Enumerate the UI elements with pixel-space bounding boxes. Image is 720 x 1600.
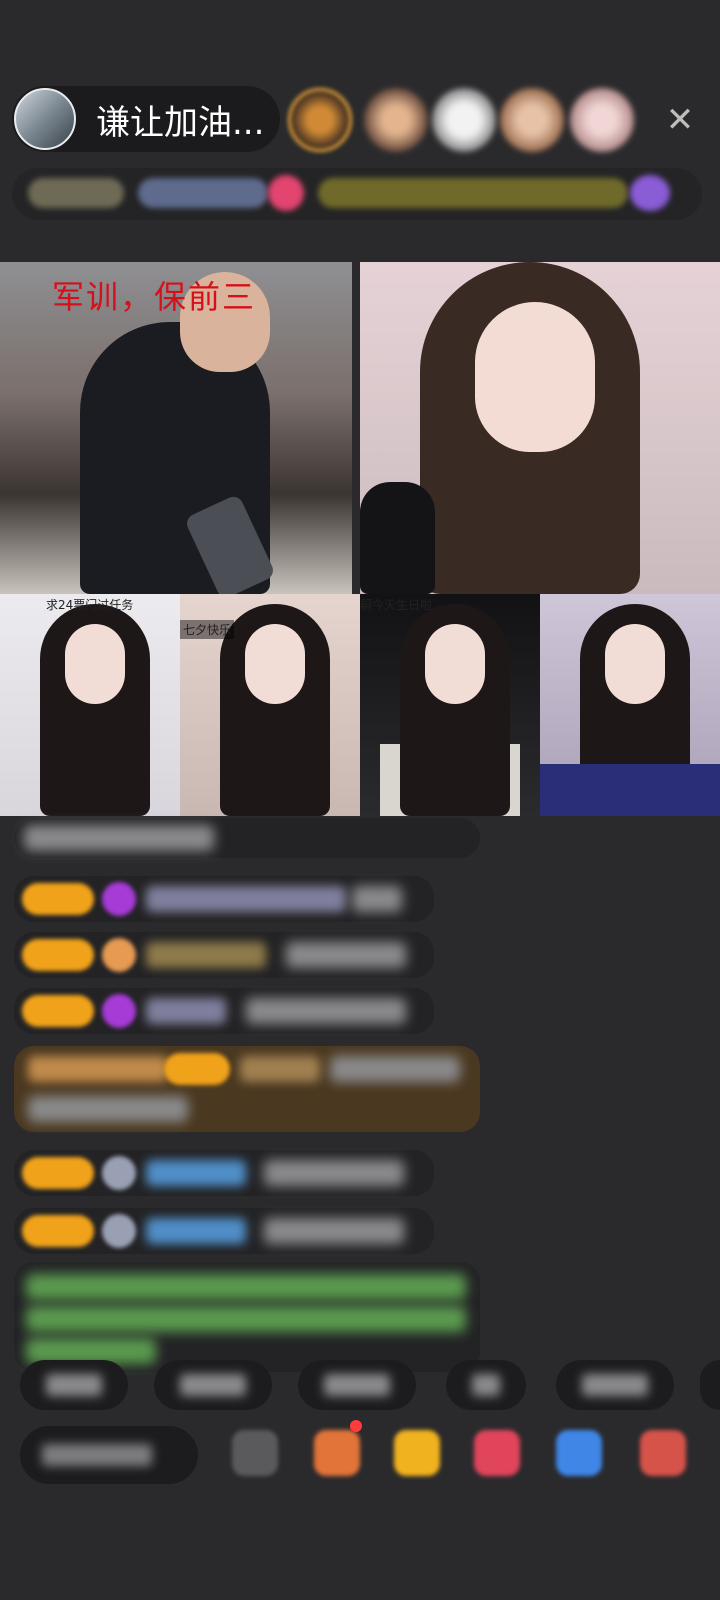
comment-input[interactable] xyxy=(20,1426,198,1484)
host-avatar[interactable] xyxy=(14,88,76,150)
streamer-figure xyxy=(425,624,485,704)
chat-text-blurred xyxy=(324,1374,390,1396)
more-icon[interactable] xyxy=(640,1430,686,1476)
gift-icon[interactable] xyxy=(394,1430,440,1476)
chat-message[interactable] xyxy=(14,932,434,978)
chat-text-blurred xyxy=(26,1306,466,1332)
viewer-avatar[interactable] xyxy=(364,88,428,152)
viewer-avatar[interactable] xyxy=(500,88,564,152)
streamer-figure xyxy=(65,624,125,704)
level-badge xyxy=(164,1053,230,1085)
chat-text-blurred xyxy=(352,886,402,912)
user-avatar xyxy=(102,938,136,972)
chat-text-blurred xyxy=(264,1218,404,1244)
host-name: 谦让加油... xyxy=(96,102,265,143)
chat-system-notice xyxy=(14,1262,480,1372)
microphone xyxy=(360,482,435,594)
chat-text-blurred xyxy=(286,942,406,968)
blurred-chip[interactable] xyxy=(138,178,268,208)
gift-box-icon[interactable] xyxy=(314,1430,360,1476)
chat-message-highlighted[interactable] xyxy=(14,1046,480,1132)
video-tile-guest[interactable] xyxy=(360,262,720,594)
blurred-chip[interactable] xyxy=(318,178,628,208)
close-icon[interactable]: ✕ xyxy=(660,100,700,140)
blurred-chip[interactable] xyxy=(630,175,670,211)
quick-reply-chip[interactable] xyxy=(154,1360,272,1410)
level-badge xyxy=(22,939,94,971)
chat-message[interactable] xyxy=(14,876,434,922)
streamer-figure xyxy=(475,302,595,452)
blurred-chip[interactable] xyxy=(268,175,304,211)
heart-icon[interactable] xyxy=(474,1430,520,1476)
quick-reply-chip[interactable] xyxy=(446,1360,526,1410)
video-tile-guest[interactable]: 七夕快乐 xyxy=(180,594,360,816)
tile-caption: 求24票门过任务 xyxy=(46,598,134,612)
chat-text-blurred xyxy=(146,886,346,912)
chat-text-blurred xyxy=(330,1056,460,1082)
streamer-figure xyxy=(245,624,305,704)
video-tile-host[interactable]: 军训，保前三 xyxy=(0,262,352,594)
chat-text-blurred xyxy=(24,825,214,851)
quick-reply-chip[interactable] xyxy=(298,1360,416,1410)
user-avatar xyxy=(102,994,136,1028)
chat-text-blurred xyxy=(46,1374,102,1396)
chat-text-blurred xyxy=(28,1096,188,1122)
quick-reply-chip[interactable] xyxy=(700,1360,720,1410)
user-avatar xyxy=(102,1214,136,1248)
video-tile-guest[interactable]: 嗣今天生日啦 xyxy=(360,594,540,816)
share-icon[interactable] xyxy=(556,1430,602,1476)
chat-text-blurred xyxy=(28,1056,168,1082)
chat-text-blurred xyxy=(264,1160,404,1186)
video-tile-guest[interactable]: 求24票门过任务 xyxy=(0,594,180,816)
viewer-avatar[interactable] xyxy=(288,88,352,152)
level-badge xyxy=(22,1157,94,1189)
chat-text-blurred xyxy=(26,1274,466,1300)
chat-message[interactable] xyxy=(14,1150,434,1196)
chat-text-blurred xyxy=(146,942,266,968)
chat-text-blurred xyxy=(42,1444,152,1466)
streamer-figure xyxy=(540,764,720,816)
tile-caption: 嗣今天生日啦 xyxy=(360,598,433,612)
quick-reply-chip[interactable] xyxy=(556,1360,674,1410)
chat-text-blurred xyxy=(472,1374,500,1396)
chat-text-blurred xyxy=(146,1160,246,1186)
chat-text-blurred xyxy=(240,1056,320,1082)
chat-text-blurred xyxy=(146,1218,246,1244)
level-badge xyxy=(22,995,94,1027)
user-avatar xyxy=(102,1156,136,1190)
blurred-chip[interactable] xyxy=(28,178,124,208)
tile-caption: 七夕快乐 xyxy=(180,620,235,639)
chat-text-blurred xyxy=(246,998,406,1024)
video-tile-guest[interactable] xyxy=(540,594,720,816)
chat-message[interactable] xyxy=(14,1208,434,1254)
chat-text-blurred xyxy=(582,1374,648,1396)
viewer-avatar[interactable] xyxy=(570,88,634,152)
viewer-avatar[interactable] xyxy=(432,88,496,152)
emoji-icon[interactable] xyxy=(232,1430,278,1476)
chat-text-blurred xyxy=(180,1374,246,1396)
chat-message[interactable] xyxy=(14,988,434,1034)
host-info-pill[interactable]: 谦让加油... xyxy=(12,86,280,152)
stream-title: 军训，保前三 xyxy=(52,278,257,316)
level-badge xyxy=(22,883,94,915)
notification-dot xyxy=(350,1420,362,1432)
chat-text-blurred xyxy=(146,998,226,1024)
user-avatar xyxy=(102,882,136,916)
level-badge xyxy=(22,1215,94,1247)
chat-message[interactable] xyxy=(14,818,480,858)
quick-reply-chip[interactable] xyxy=(20,1360,128,1410)
streamer-figure xyxy=(605,624,665,704)
